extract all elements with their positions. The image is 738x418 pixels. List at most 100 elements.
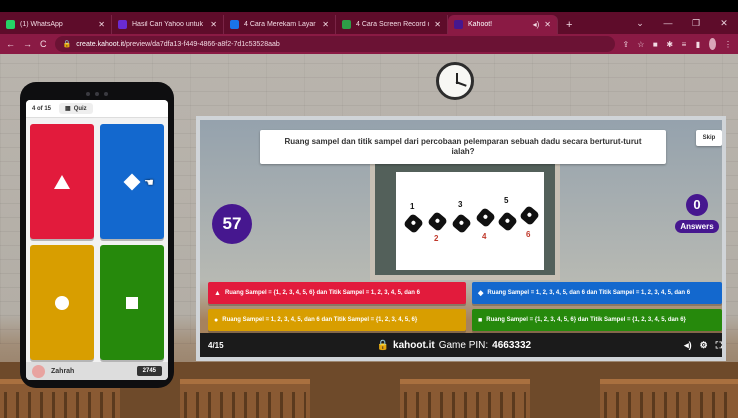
tab-screen-record[interactable]: 4 Cara Screen Record di Lapt ✕ [336,15,448,34]
phone-notch [26,90,168,98]
triangle-icon [54,174,70,189]
menu-icon[interactable]: ⋮ [724,40,732,49]
speaker-icon[interactable]: ◂) [533,20,540,29]
question-image: 1 2 3 4 5 6 [396,172,544,270]
puzzle-icon[interactable]: ✱ [666,40,673,49]
tile-green[interactable] [100,245,164,360]
lock-icon: 🔒 [376,339,390,351]
player-phone: 4 of 15 ▦ Quiz Zahrah 2745 [20,82,174,388]
close-icon[interactable]: ✕ [434,20,441,29]
lock-icon[interactable]: 🔒 [63,40,72,48]
desk [400,379,530,418]
answer-green[interactable]: ■ Ruang Sampel = {1, 2, 3, 4, 5, 6} dan … [472,309,722,331]
answer-tiles [30,124,164,360]
maximize-icon[interactable]: ❐ [682,18,710,29]
pin-value: 4663332 [492,339,532,351]
tab-kahoot[interactable]: Kahoot! ◂) ✕ [448,15,558,34]
phone-screen: 4 of 15 ▦ Quiz Zahrah 2745 [26,100,168,380]
answer-yellow[interactable]: ● Ruang Sampel = 1, 2, 3, 4, 5, dan 6 da… [208,309,466,331]
dice-icon [474,206,497,229]
close-icon[interactable]: ✕ [322,20,329,29]
reload-icon[interactable]: C [40,39,47,49]
square-icon [126,296,138,309]
volume-icon[interactable]: ◂) [684,340,692,351]
brand-text: kahoot.it [393,339,435,351]
settings-icon[interactable]: ⚙ [700,340,708,351]
tab-search-icon[interactable]: ⌄ [626,18,654,29]
circle-icon: ● [214,316,219,324]
tab-merekam-layar[interactable]: 4 Cara Merekam Layar Laptop ✕ [224,15,336,34]
dice-number: 2 [434,234,439,243]
answer-red[interactable]: ▲ Ruang Sampel = {1, 2, 3, 4, 5, 6} dan … [208,282,466,304]
back-icon[interactable]: ← [6,39,15,49]
dice-icon [496,210,519,233]
dice-number: 5 [504,196,509,205]
sidepanel-icon[interactable]: ▮ [695,40,701,49]
quiz-mode-label: Quiz [73,105,87,112]
answer-options: ▲ Ruang Sampel = {1, 2, 3, 4, 5, 6} dan … [208,282,722,331]
whatsapp-favicon-icon [6,20,15,29]
answer-text: Ruang Sampel = {1, 2, 3, 4, 5, 6} dan Ti… [224,290,420,296]
tile-yellow[interactable] [30,245,94,360]
tab-title: Kahoot! [468,21,493,28]
profile-avatar[interactable] [708,38,717,50]
tab-title: Hasil Cari Yahoo untuk cara [132,21,205,28]
bookmark-star-icon[interactable]: ☆ [637,40,644,49]
countdown-timer: 57 [212,204,252,244]
answers-count: 0 [686,194,708,216]
site-favicon-icon [230,20,239,29]
circle-icon [55,295,69,310]
player-header: 4 of 15 ▦ Quiz [26,100,168,118]
desk [180,379,310,418]
game-footer: 4/15 🔒 kahoot.it Game PIN: 4663332 ◂) ⚙ … [200,333,722,357]
share-icon[interactable]: ⇪ [623,40,630,49]
game-pin: 🔒 kahoot.it Game PIN: 4663332 [377,340,532,351]
answer-blue[interactable]: ◆ Ruang Sampel = 1, 2, 3, 4, 5, dan 6 da… [472,282,722,304]
question-progress: 4/15 [208,340,224,350]
address-bar[interactable]: 🔒 create.kahoot.it/preview/da7dfa13-f449… [54,36,615,52]
skip-button[interactable]: Skip [696,130,722,146]
player-avatar [32,364,45,378]
forward-icon[interactable]: → [23,39,32,49]
answers-counter: 0 Answers [674,194,720,234]
browser-toolbar: ← → C 🔒 create.kahoot.it/preview/da7dfa1… [0,34,738,54]
screen-top-bar [0,0,738,12]
kahoot-favicon-icon [454,20,463,29]
triangle-icon: ▲ [214,289,221,297]
url-domain: create.kahoot.it [76,40,125,48]
tab-yahoo[interactable]: Hasil Cari Yahoo untuk cara ✕ [112,15,224,34]
tab-whatsapp[interactable]: (1) WhatsApp ✕ [0,15,112,34]
fullscreen-icon[interactable]: ⛶ [716,340,722,351]
tab-title: 4 Cara Screen Record di Lapt [356,21,429,28]
extension-icon[interactable]: ■ [652,40,658,49]
question-text: Ruang sampel dan titik sampel dari perco… [260,130,666,164]
footer-controls: ◂) ⚙ ⛶ [684,340,722,351]
player-footer: Zahrah 2745 [26,362,168,380]
close-window-icon[interactable]: ✕ [710,18,738,29]
answer-text: Ruang Sampel = 1, 2, 3, 4, 5, dan 6 dan … [487,290,691,296]
media-control-icon[interactable]: ≡ [681,40,687,49]
window-controls: ⌄ — ❐ ✕ [626,12,738,34]
quiz-icon: ▦ [65,106,71,112]
diamond-icon [123,173,141,190]
dice-number: 1 [410,202,415,211]
dice-icon [402,212,425,235]
tile-red[interactable] [30,124,94,239]
dice-number: 4 [482,232,487,241]
dice-icon [518,204,541,227]
tile-blue[interactable] [100,124,164,239]
kahoot-host-screen: Ruang sampel dan titik sampel dari perco… [196,116,726,361]
quiz-chip: ▦ Quiz [59,103,93,114]
answers-label: Answers [675,220,719,233]
site-favicon-icon [342,20,351,29]
player-name: Zahrah [51,367,75,375]
minimize-icon[interactable]: — [654,18,682,28]
answer-text: Ruang Sampel = 1, 2, 3, 4, 5, dan 6 dan … [222,317,418,323]
new-tab-button[interactable]: + [558,19,580,34]
dice-number: 3 [458,200,463,209]
close-icon[interactable]: ✕ [210,20,217,29]
dice-number: 6 [526,230,531,239]
hand-cursor-icon: ☚ [144,177,154,189]
close-icon[interactable]: ✕ [98,20,105,29]
close-icon[interactable]: ✕ [544,20,551,29]
